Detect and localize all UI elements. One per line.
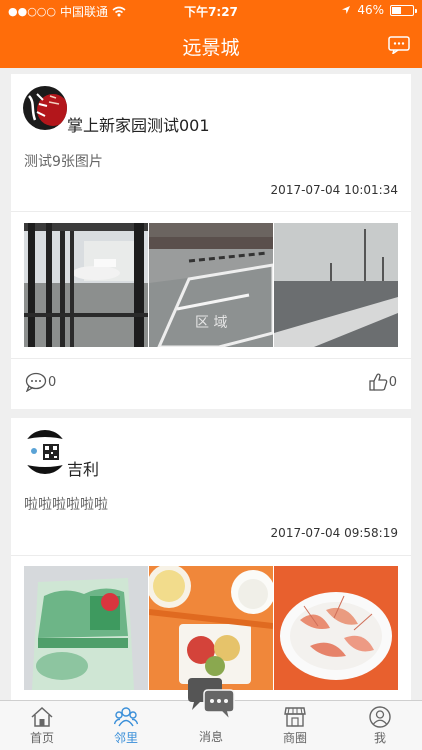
divider [11,555,411,556]
battery-icon [390,4,417,16]
post-username[interactable]: 吉利 [67,456,99,480]
chat-bubble-icon[interactable] [388,36,410,54]
divider [11,211,411,212]
tab-messages-label[interactable]: 消息 [169,728,253,745]
tab-label: 我 [373,731,386,745]
post-card[interactable]: 吉利 啦啦啦啦啦啦 2017-07-04 09:58:19 [11,418,411,700]
post-text: 测试9张图片 [24,154,103,170]
post-photo[interactable] [274,223,398,347]
tab-shop[interactable]: 商圈 [253,701,337,750]
post-text: 啦啦啦啦啦啦 [24,497,108,513]
avatar[interactable] [23,430,67,474]
nav-bar: 远景城 [0,22,422,68]
home-icon [31,706,53,727]
post-photo[interactable]: 区 域 [149,223,273,347]
tab-label: 商圈 [282,731,307,745]
post-username[interactable]: 掌上新家园测试001 [67,112,210,136]
tab-label: 首页 [29,731,54,745]
post-photos [24,566,398,690]
message-bubbles-icon[interactable] [184,676,238,722]
post-photo[interactable] [149,566,273,690]
post-photo[interactable] [274,566,398,690]
feed-list[interactable]: 掌上新家园测试001 测试9张图片 2017-07-04 10:01:34 区 … [0,68,422,700]
post-photos: 区 域 [24,223,398,347]
thumbs-up-icon [369,373,388,391]
neighbors-icon [114,707,138,727]
avatar[interactable] [23,86,67,130]
tab-neighbors[interactable]: 邻里 [84,701,168,750]
comment-count: 0 [48,374,57,390]
page-title: 远景城 [182,37,240,59]
tab-label: 邻里 [113,731,138,745]
tab-profile[interactable]: 我 [338,701,422,750]
shop-icon [284,707,306,727]
tab-home[interactable]: 首页 [0,701,84,750]
post-photo[interactable] [24,223,148,347]
post-time: 2017-07-04 09:58:19 [270,526,398,540]
like-button[interactable]: 0 [368,372,397,392]
svg-text:区 域: 区 域 [195,315,227,331]
comment-icon [25,372,47,392]
post-card[interactable]: 掌上新家园测试001 测试9张图片 2017-07-04 10:01:34 区 … [11,74,411,409]
location-arrow-icon [342,6,351,14]
post-photo[interactable] [24,566,148,690]
like-count: 0 [388,374,397,390]
battery-percent: 46% [357,3,384,17]
post-time: 2017-07-04 10:01:34 [270,183,398,197]
profile-icon [369,706,391,728]
divider [11,358,411,359]
status-bar: ●●○○○ 中国联通 下午7:27 46% [0,0,422,22]
comment-button[interactable]: 0 [25,372,56,392]
